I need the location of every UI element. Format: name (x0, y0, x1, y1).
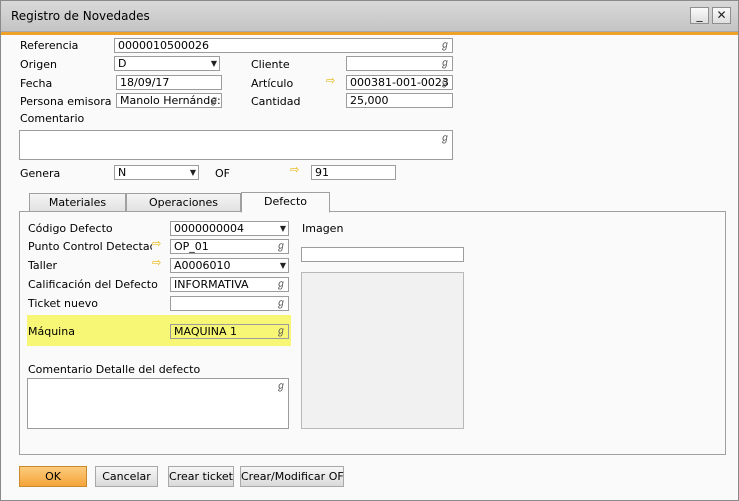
genera-label: Genera (20, 167, 61, 180)
genera-select[interactable]: N ▼ (114, 165, 199, 180)
search-icon[interactable]: ℊ (440, 39, 450, 52)
link-arrow-icon[interactable]: ⇨ (290, 164, 299, 176)
chevron-down-icon[interactable]: ▼ (280, 259, 286, 272)
persona-value: Manolo Hernánde: (120, 94, 221, 107)
referencia-label: Referencia (20, 39, 79, 52)
search-icon[interactable]: ℊ (276, 325, 286, 338)
fecha-value: 18/09/17 (120, 76, 170, 89)
create-modify-of-button[interactable]: Crear/Modificar OF (240, 466, 344, 487)
window-title: Registro de Novedades (11, 9, 150, 23)
comentario-textarea[interactable]: ℊ (19, 130, 453, 160)
comentario-detalle-label: Comentario Detalle del defecto (28, 363, 201, 376)
search-icon[interactable]: ℊ (440, 57, 450, 70)
genera-value: N (118, 166, 127, 179)
create-ticket-button[interactable]: Crear ticket (168, 466, 234, 487)
chevron-down-icon[interactable]: ▼ (190, 166, 196, 179)
cancel-button[interactable]: Cancelar (95, 466, 158, 487)
fecha-label: Fecha (20, 77, 53, 90)
accent-line (1, 32, 738, 35)
articulo-value: 000381-001-0023 (350, 76, 449, 89)
taller-label: Taller (28, 259, 58, 272)
search-icon[interactable]: ℊ (276, 297, 286, 310)
of-value: 91 (315, 166, 329, 179)
origen-label: Origen (20, 58, 57, 71)
search-icon[interactable]: ℊ (209, 94, 219, 107)
fecha-field[interactable]: 18/09/17 (116, 75, 222, 90)
calificacion-label: Calificación del Defecto (28, 278, 158, 291)
tab-defecto[interactable]: Defecto (241, 192, 330, 213)
taller-select[interactable]: A0006010 ▼ (170, 258, 289, 273)
codigo-defecto-value: 0000000004 (174, 222, 244, 235)
tab-defecto-label: Defecto (264, 195, 307, 208)
link-arrow-icon[interactable]: ⇨ (326, 75, 335, 87)
punto-control-label: Punto Control Detectado (28, 240, 152, 253)
calificacion-value: INFORMATIVA (174, 278, 249, 291)
persona-label: Persona emisora (20, 95, 112, 108)
search-icon[interactable]: ℊ (276, 278, 286, 291)
cliente-label: Cliente (251, 58, 290, 71)
of-label: OF (215, 167, 230, 180)
search-icon[interactable]: ℊ (276, 240, 286, 253)
imagen-label: Imagen (302, 222, 344, 235)
referencia-field[interactable]: 0000010500026 ℊ (114, 38, 453, 53)
punto-control-field[interactable]: OP_01 ℊ (170, 239, 289, 254)
minimize-button[interactable]: _ (690, 7, 709, 24)
title-bar[interactable]: Registro de Novedades _ ✕ (1, 1, 738, 32)
cantidad-value: 25,000 (350, 94, 389, 107)
referencia-value: 0000010500026 (118, 39, 209, 52)
chevron-down-icon[interactable]: ▼ (280, 222, 286, 235)
origen-select[interactable]: D ▼ (114, 56, 220, 71)
tab-operaciones[interactable]: Operaciones (126, 193, 241, 212)
imagen-path-field[interactable] (301, 247, 464, 262)
maquina-field[interactable]: MAQUINA 1 ℊ (170, 324, 289, 339)
ticket-field[interactable]: ℊ (170, 296, 289, 311)
ok-button[interactable]: OK (19, 466, 87, 487)
tab-operaciones-label: Operaciones (149, 196, 218, 209)
search-icon[interactable]: ℊ (440, 132, 450, 145)
search-icon[interactable]: ℊ (276, 380, 286, 393)
ticket-label: Ticket nuevo (28, 297, 98, 310)
chevron-down-icon[interactable]: ▼ (211, 57, 217, 70)
link-arrow-icon[interactable]: ⇨ (152, 257, 161, 269)
articulo-label: Artículo (251, 77, 294, 90)
codigo-defecto-label: Código Defecto (28, 222, 113, 235)
persona-field[interactable]: Manolo Hernánde: ℊ (116, 93, 222, 108)
tab-materiales[interactable]: Materiales (29, 193, 126, 212)
link-arrow-icon[interactable]: ⇨ (152, 238, 161, 250)
taller-value: A0006010 (174, 259, 231, 272)
maquina-label: Máquina (28, 325, 75, 338)
comentario-label: Comentario (20, 112, 85, 125)
tab-materiales-label: Materiales (48, 196, 107, 209)
cantidad-label: Cantidad (251, 95, 301, 108)
comentario-detalle-textarea[interactable]: ℊ (27, 378, 289, 429)
origen-value: D (118, 57, 127, 70)
maquina-value: MAQUINA 1 (174, 325, 238, 338)
close-icon: ✕ (716, 8, 727, 22)
cliente-field[interactable]: ℊ (346, 56, 453, 71)
minimize-icon: _ (696, 8, 703, 22)
of-field[interactable]: 91 (311, 165, 396, 180)
codigo-defecto-select[interactable]: 0000000004 ▼ (170, 221, 289, 236)
calificacion-field[interactable]: INFORMATIVA ℊ (170, 277, 289, 292)
articulo-field[interactable]: 000381-001-0023 ℊ (346, 75, 453, 90)
search-icon[interactable]: ℊ (440, 76, 450, 89)
image-preview (301, 272, 464, 429)
punto-control-value: OP_01 (174, 240, 209, 253)
close-button[interactable]: ✕ (712, 7, 731, 24)
cantidad-field[interactable]: 25,000 (346, 93, 453, 108)
